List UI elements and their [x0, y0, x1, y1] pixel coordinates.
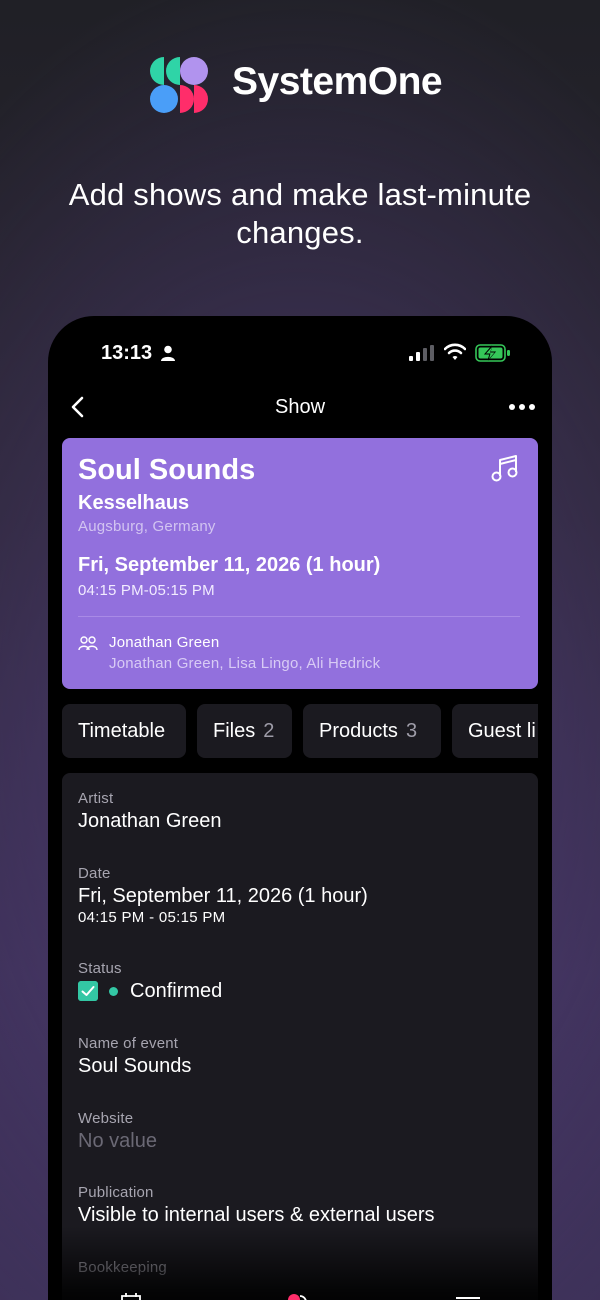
show-date: Fri, September 11, 2026 (1 hour) [78, 554, 381, 576]
event-name-label: Name of event [78, 1035, 179, 1052]
tagline: Add shows and make last-minute changes. [68, 177, 532, 250]
show-summary-card[interactable]: Soul Sounds Kesselhaus Augsburg, Germany… [62, 438, 538, 689]
card-divider [78, 616, 520, 617]
section-tabs: Timetable Files 2 Products 3 Guest li [62, 704, 538, 758]
tab-count: 2 [263, 720, 275, 742]
tab-label: Guest li [468, 720, 536, 742]
show-time: 04:15 PM-05:15 PM [78, 582, 215, 599]
date-value[interactable]: Fri, September 11, 2026 (1 hour) [78, 885, 368, 908]
show-members: Jonathan Green, Lisa Lingo, Ali Hedrick [109, 655, 381, 672]
show-contact: Jonathan Green [109, 634, 220, 651]
person-icon [161, 345, 175, 361]
artist-label: Artist [78, 790, 114, 807]
nav-title: Show [274, 396, 326, 418]
event-name-value[interactable]: Soul Sounds [78, 1055, 191, 1078]
music-note-icon [491, 455, 518, 482]
calendar-icon[interactable] [120, 1292, 142, 1300]
shows-tab-icon[interactable] [286, 1292, 310, 1300]
group-icon [78, 636, 98, 651]
date-label: Date [78, 865, 111, 882]
tab-guest-list[interactable]: Guest li [452, 704, 538, 758]
bookkeeping-label: Bookkeeping [78, 1259, 167, 1276]
publication-value[interactable]: Visible to internal users & external use… [78, 1204, 434, 1227]
menu-tab-icon[interactable] [456, 1294, 480, 1300]
tab-products[interactable]: Products 3 [303, 704, 441, 758]
tab-timetable[interactable]: Timetable [62, 704, 186, 758]
tab-label: Products [319, 720, 398, 742]
checkbox-icon[interactable] [78, 981, 98, 1001]
more-icon[interactable] [508, 402, 536, 412]
status-dot [109, 987, 118, 996]
show-title: Soul Sounds [78, 454, 256, 486]
phone-screen: 13:13 Show Soul Sounds Kesselhaus Augsbu… [48, 316, 552, 1300]
status-time: 13:13 [101, 342, 153, 364]
tab-count: 3 [405, 720, 418, 742]
website-value[interactable]: No value [78, 1130, 157, 1153]
tab-files[interactable]: Files 2 [197, 704, 292, 758]
show-venue: Kesselhaus [78, 492, 190, 514]
status-value[interactable]: Confirmed [130, 980, 222, 1003]
signal-icon [409, 345, 434, 361]
show-details-card: Artist Jonathan Green Date Fri, Septembe… [62, 773, 538, 1300]
wifi-icon [444, 343, 466, 360]
date-time-range: 04:15 PM - 05:15 PM [78, 909, 226, 926]
publication-label: Publication [78, 1184, 154, 1201]
show-location: Augsburg, Germany [78, 518, 216, 535]
brand-header: SystemOne [0, 55, 600, 115]
artist-value[interactable]: Jonathan Green [78, 810, 221, 833]
systemone-logo-icon [150, 57, 208, 113]
brand-name: SystemOne [232, 60, 443, 103]
status-label: Status [78, 960, 122, 977]
battery-icon [475, 344, 510, 362]
website-label: Website [78, 1110, 134, 1127]
tab-label: Files [213, 720, 256, 742]
tab-label: Timetable [78, 720, 166, 742]
